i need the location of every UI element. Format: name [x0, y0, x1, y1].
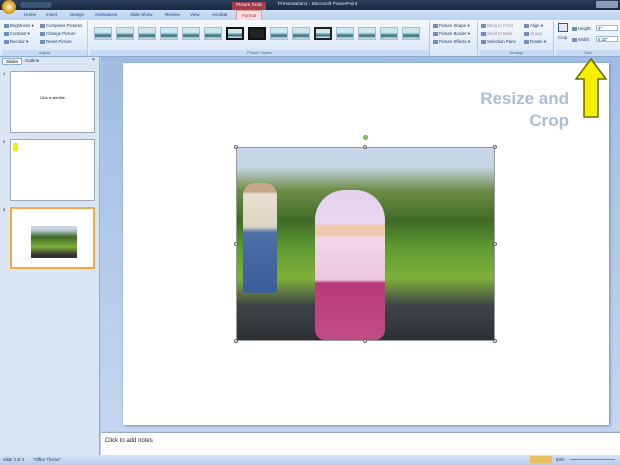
slide-thumbnail-arrow — [13, 143, 18, 151]
resize-handle-nw[interactable] — [234, 145, 238, 149]
picture-tools-label: Picture Tools — [232, 2, 266, 10]
picture-style[interactable] — [94, 27, 112, 40]
tab-slide-show[interactable]: Slide Show — [130, 12, 153, 17]
zoom-slider[interactable] — [570, 459, 615, 460]
group-arrange: Bring to Front Send to Back Selection Pa… — [480, 21, 554, 56]
slide-thumbnail-1[interactable]: Click to add title — [10, 71, 95, 133]
zoom-level: 53% — [556, 457, 565, 462]
height-label: Height: — [572, 26, 592, 31]
resize-handle-w[interactable] — [234, 242, 238, 246]
tab-slides[interactable]: Slides — [2, 58, 23, 65]
tab-review[interactable]: Review — [165, 12, 180, 17]
panel-close-icon[interactable]: × — [92, 57, 95, 63]
annotation-line-1: Resize and — [480, 89, 569, 108]
resize-handle-sw[interactable] — [234, 339, 238, 343]
contrast-button[interactable]: Contrast ▾ — [4, 31, 30, 37]
picture-style[interactable] — [182, 27, 200, 40]
group-label: Adjust — [2, 50, 87, 56]
ribbon: Brightness ▾ Contrast ▾ Recolor ▾ Compre… — [0, 20, 620, 57]
resize-handle-s[interactable] — [363, 339, 367, 343]
slide-number: 2 — [3, 139, 6, 144]
ribbon-tabs: Home Insert Design Animations Slide Show… — [0, 10, 620, 21]
height-input[interactable]: 4" — [596, 25, 618, 31]
theme-name: "Office Theme" — [33, 457, 61, 462]
rotate-handle[interactable] — [363, 135, 368, 140]
tab-design[interactable]: Design — [70, 12, 84, 17]
yellow-arrow-icon — [574, 57, 608, 118]
notes-placeholder: Click to add notes — [105, 438, 153, 444]
selection-pane-button[interactable]: Selection Pane — [481, 39, 516, 44]
title-bar: Picture Tools Presentation1 - Microsoft … — [0, 0, 620, 14]
picture-style[interactable] — [358, 27, 376, 40]
window-title: Presentation1 - Microsoft PowerPoint — [278, 2, 358, 7]
picture-style[interactable] — [160, 27, 178, 40]
resize-handle-e[interactable] — [493, 242, 497, 246]
picture-shape-button[interactable]: Picture Shape ▾ — [433, 23, 469, 29]
selected-picture[interactable] — [236, 147, 495, 341]
slide-number: 1 — [3, 71, 6, 76]
reset-picture-button[interactable]: Reset Picture — [40, 39, 72, 44]
width-input[interactable]: 5.33" — [596, 36, 618, 42]
group-picture-styles: Picture Styles — [90, 21, 430, 56]
picture-style[interactable] — [204, 27, 222, 40]
group-label: Arrange — [480, 50, 553, 56]
slide-count: Slide 3 of 3 — [3, 457, 24, 462]
change-picture-button[interactable]: Change Picture — [40, 31, 76, 36]
resize-handle-se[interactable] — [493, 339, 497, 343]
tab-outline[interactable]: Outline — [22, 58, 42, 63]
tab-insert[interactable]: Insert — [46, 12, 57, 17]
group-adjust: Brightness ▾ Contrast ▾ Recolor ▾ Compre… — [2, 21, 88, 56]
picture-style[interactable] — [226, 27, 244, 40]
annotation-text: Resize and Crop — [480, 88, 569, 132]
slide-number: 3 — [3, 207, 6, 212]
picture-style[interactable] — [380, 27, 398, 40]
group-picture-format: Picture Shape ▾ Picture Border ▾ Picture… — [432, 21, 478, 56]
picture-style[interactable] — [270, 27, 288, 40]
tab-animations[interactable]: Animations — [95, 12, 117, 17]
picture-style[interactable] — [292, 27, 310, 40]
picture-border-button[interactable]: Picture Border ▾ — [433, 31, 470, 37]
slide-thumbnail-photo — [31, 226, 77, 258]
slides-panel: Slides Outline × 1 Click to add title 2 … — [0, 57, 100, 455]
group-size: Crop Height: 4" Width: 5.33" Size — [556, 21, 620, 56]
annotation-line-2: Crop — [529, 111, 569, 130]
picture-style[interactable] — [138, 27, 156, 40]
quick-access-toolbar[interactable] — [20, 2, 52, 8]
view-buttons[interactable] — [530, 456, 552, 463]
picture-style[interactable] — [116, 27, 134, 40]
resize-handle-ne[interactable] — [493, 145, 497, 149]
recolor-button[interactable]: Recolor ▾ — [4, 39, 28, 45]
status-bar: Slide 3 of 3 "Office Theme" 53% — [0, 455, 620, 465]
person-child — [315, 190, 385, 340]
notes-pane[interactable]: Click to add notes — [101, 432, 620, 455]
width-label: Width: — [572, 37, 590, 42]
slide-thumbnail-3[interactable] — [10, 207, 95, 269]
slide-thumbnail-title: Click to add title — [40, 96, 65, 100]
bring-to-front-button[interactable]: Bring to Front — [481, 23, 513, 28]
group-button[interactable]: Group — [524, 31, 542, 36]
group-label: Size — [556, 50, 620, 56]
picture-style[interactable] — [248, 27, 266, 40]
picture-style[interactable] — [314, 27, 332, 40]
compress-pictures-button[interactable]: Compress Pictures — [40, 23, 82, 28]
crop-icon[interactable] — [558, 23, 568, 32]
tab-acrobat[interactable]: Acrobat — [212, 12, 228, 17]
tab-home[interactable]: Home — [24, 12, 36, 17]
picture-style[interactable] — [402, 27, 420, 40]
group-label: Picture Styles — [90, 50, 429, 56]
send-to-back-button[interactable]: Send to Back — [481, 31, 513, 36]
slide-thumbnail-2[interactable] — [10, 139, 95, 201]
rotate-button[interactable]: Rotate ▾ — [524, 39, 546, 45]
brightness-button[interactable]: Brightness ▾ — [4, 23, 34, 29]
align-button[interactable]: Align ▾ — [524, 23, 543, 29]
person-adult — [243, 183, 277, 293]
picture-style[interactable] — [336, 27, 354, 40]
tab-view[interactable]: View — [190, 12, 200, 17]
crop-button[interactable]: Crop — [558, 35, 567, 40]
resize-handle-n[interactable] — [363, 145, 367, 149]
picture-effects-button[interactable]: Picture Effects ▾ — [433, 39, 470, 45]
window-controls[interactable] — [596, 1, 618, 8]
office-button[interactable] — [2, 0, 16, 14]
